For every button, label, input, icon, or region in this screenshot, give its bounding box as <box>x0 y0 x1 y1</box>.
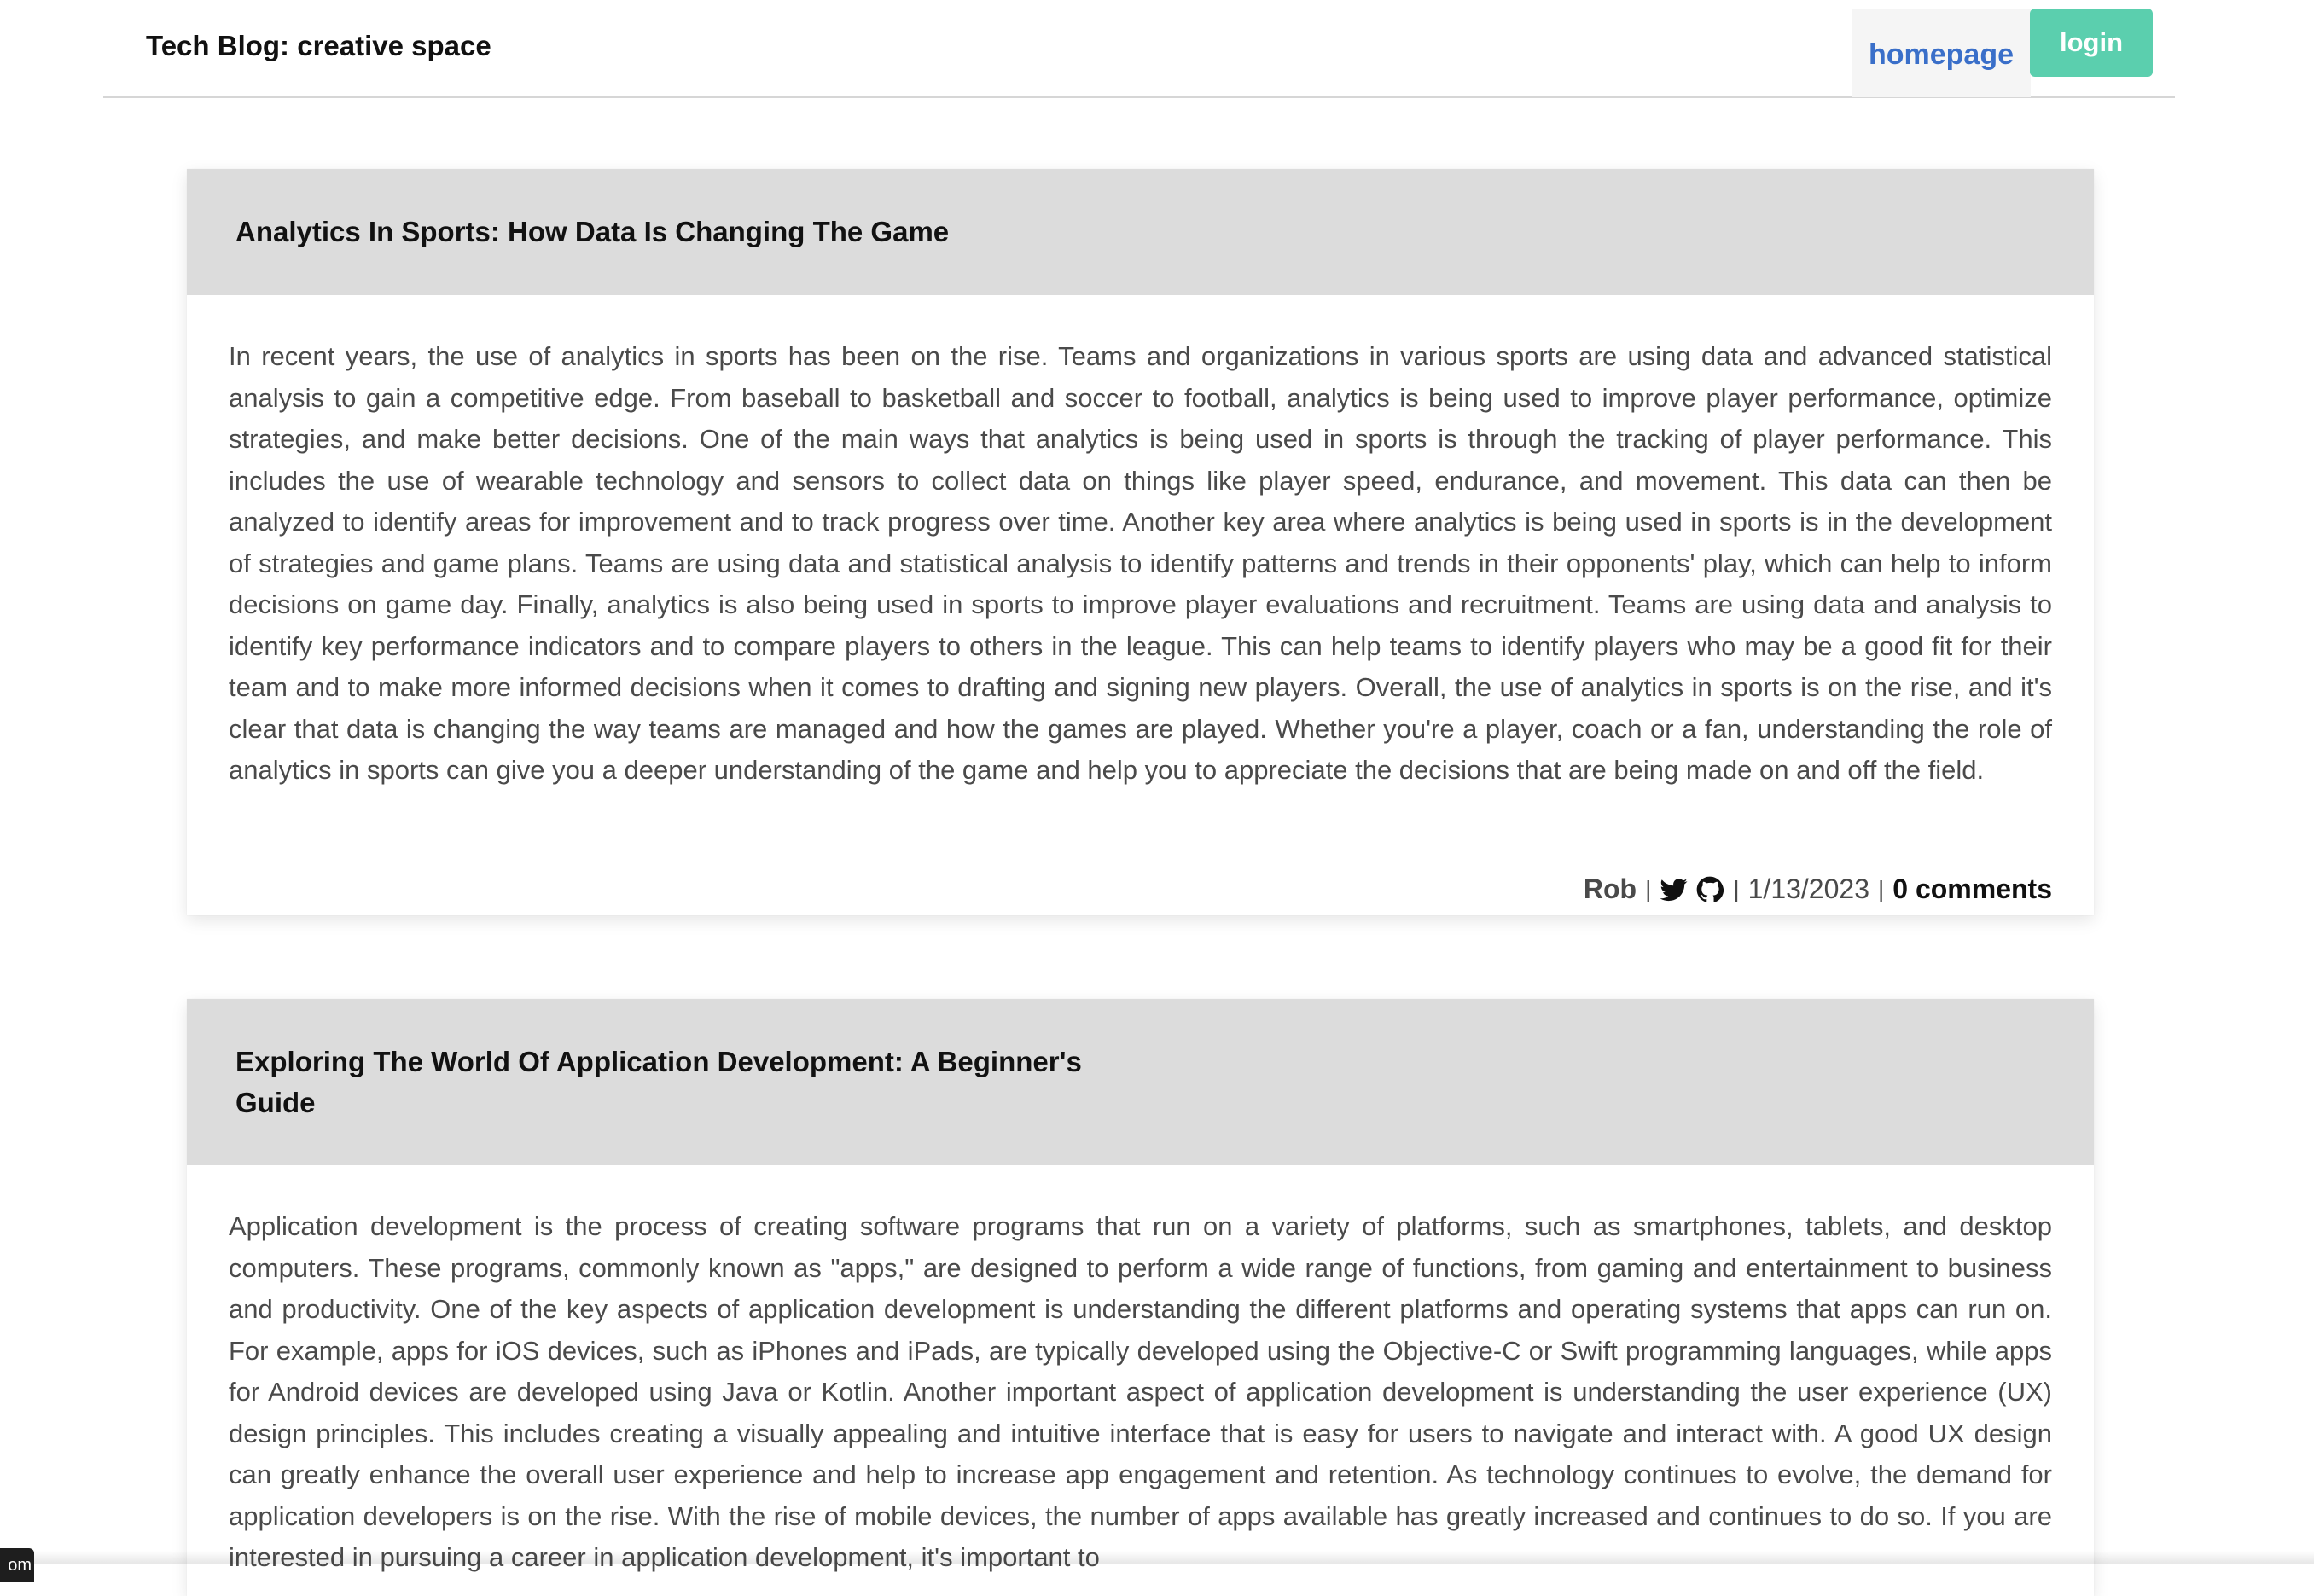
post-header[interactable]: Analytics In Sports: How Data Is Changin… <box>187 169 2094 295</box>
site-header: Tech Blog: creative space homepage login <box>103 0 2175 98</box>
post-date: 1/13/2023 <box>1747 873 1869 904</box>
github-icon[interactable] <box>1695 875 1724 904</box>
comments-link[interactable]: 0 comments <box>1892 873 2052 905</box>
homepage-link[interactable]: homepage <box>1852 9 2031 97</box>
twitter-icon[interactable] <box>1660 875 1689 904</box>
post-header[interactable]: Exploring The World Of Application Devel… <box>187 999 2094 1165</box>
post-title[interactable]: Exploring The World Of Application Devel… <box>235 1042 1106 1123</box>
meta-separator: | <box>1645 875 1652 902</box>
post-card: Exploring The World Of Application Devel… <box>187 999 2094 1596</box>
meta-separator: | <box>1733 875 1740 902</box>
post-title[interactable]: Analytics In Sports: How Data Is Changin… <box>235 212 949 252</box>
post-card: Analytics In Sports: How Data Is Changin… <box>187 169 2094 915</box>
post-author: Rob <box>1583 873 1637 904</box>
site-title: Tech Blog: creative space <box>146 30 491 61</box>
post-meta: Rob | | 1/13/2023 | 0 comments <box>1584 873 2052 905</box>
post-body: In recent years, the use of analytics in… <box>229 341 2052 785</box>
login-button[interactable]: login <box>2030 9 2153 77</box>
corner-tooltip: om <box>0 1548 34 1582</box>
post-body: Application development is the process o… <box>229 1211 2052 1572</box>
bottom-shadow <box>0 1551 2314 1564</box>
meta-separator: | <box>1877 875 1885 902</box>
